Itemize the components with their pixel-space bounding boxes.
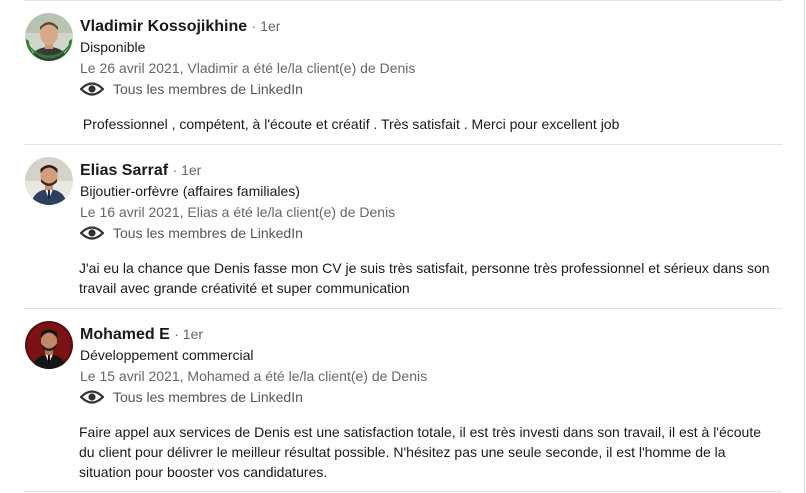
avatar[interactable]	[25, 13, 73, 61]
relationship-meta: Le 26 avril 2021, Vladimir a été le/la c…	[80, 60, 416, 76]
recommender-name[interactable]: Elias Sarraf	[80, 162, 168, 179]
divider	[24, 144, 782, 145]
recommender-name[interactable]: Mohamed E	[80, 326, 170, 343]
visibility-indicator: Tous les membres de LinkedIn	[80, 386, 303, 408]
eye-icon	[80, 82, 104, 96]
avatar[interactable]	[25, 321, 73, 369]
visibility-indicator: Tous les membres de LinkedIn	[80, 222, 303, 244]
divider	[24, 491, 782, 492]
eye-icon	[80, 226, 104, 240]
visibility-label: Tous les membres de LinkedIn	[113, 225, 303, 241]
name-row: Vladimir Kossojikhine · 1er	[80, 16, 280, 37]
connection-degree: · 1er	[174, 326, 204, 342]
recommender-name[interactable]: Vladimir Kossojikhine	[80, 18, 247, 35]
relationship-meta: Le 16 avril 2021, Elias a été le/la clie…	[80, 204, 396, 220]
relationship-meta: Le 15 avril 2021, Mohamed a été le/la cl…	[80, 368, 428, 384]
recommender-headline: Bijoutier-orfèvre (affaires familiales)	[80, 183, 300, 199]
recommendation-text: J'ai eu la chance que Denis fasse mon CV…	[79, 260, 770, 296]
name-row: Mohamed E · 1er	[80, 324, 203, 345]
recommendations-panel: Vladimir Kossojikhine · 1er Disponible L…	[0, 0, 805, 493]
visibility-indicator: Tous les membres de LinkedIn	[80, 78, 303, 100]
recommender-headline: Disponible	[80, 39, 146, 55]
recommendation-text: Professionnel , compétent, à l'écoute et…	[79, 116, 620, 132]
visibility-label: Tous les membres de LinkedIn	[113, 81, 303, 97]
visibility-label: Tous les membres de LinkedIn	[113, 389, 303, 405]
recommender-headline: Développement commercial	[80, 347, 254, 363]
connection-degree: · 1er	[172, 162, 202, 178]
name-row: Elias Sarraf · 1er	[80, 160, 201, 181]
divider	[24, 0, 782, 1]
avatar[interactable]	[25, 157, 73, 205]
connection-degree: · 1er	[251, 18, 281, 34]
divider	[24, 308, 782, 309]
eye-icon	[80, 390, 104, 404]
recommendation-text: Faire appel aux services de Denis est un…	[79, 424, 762, 480]
